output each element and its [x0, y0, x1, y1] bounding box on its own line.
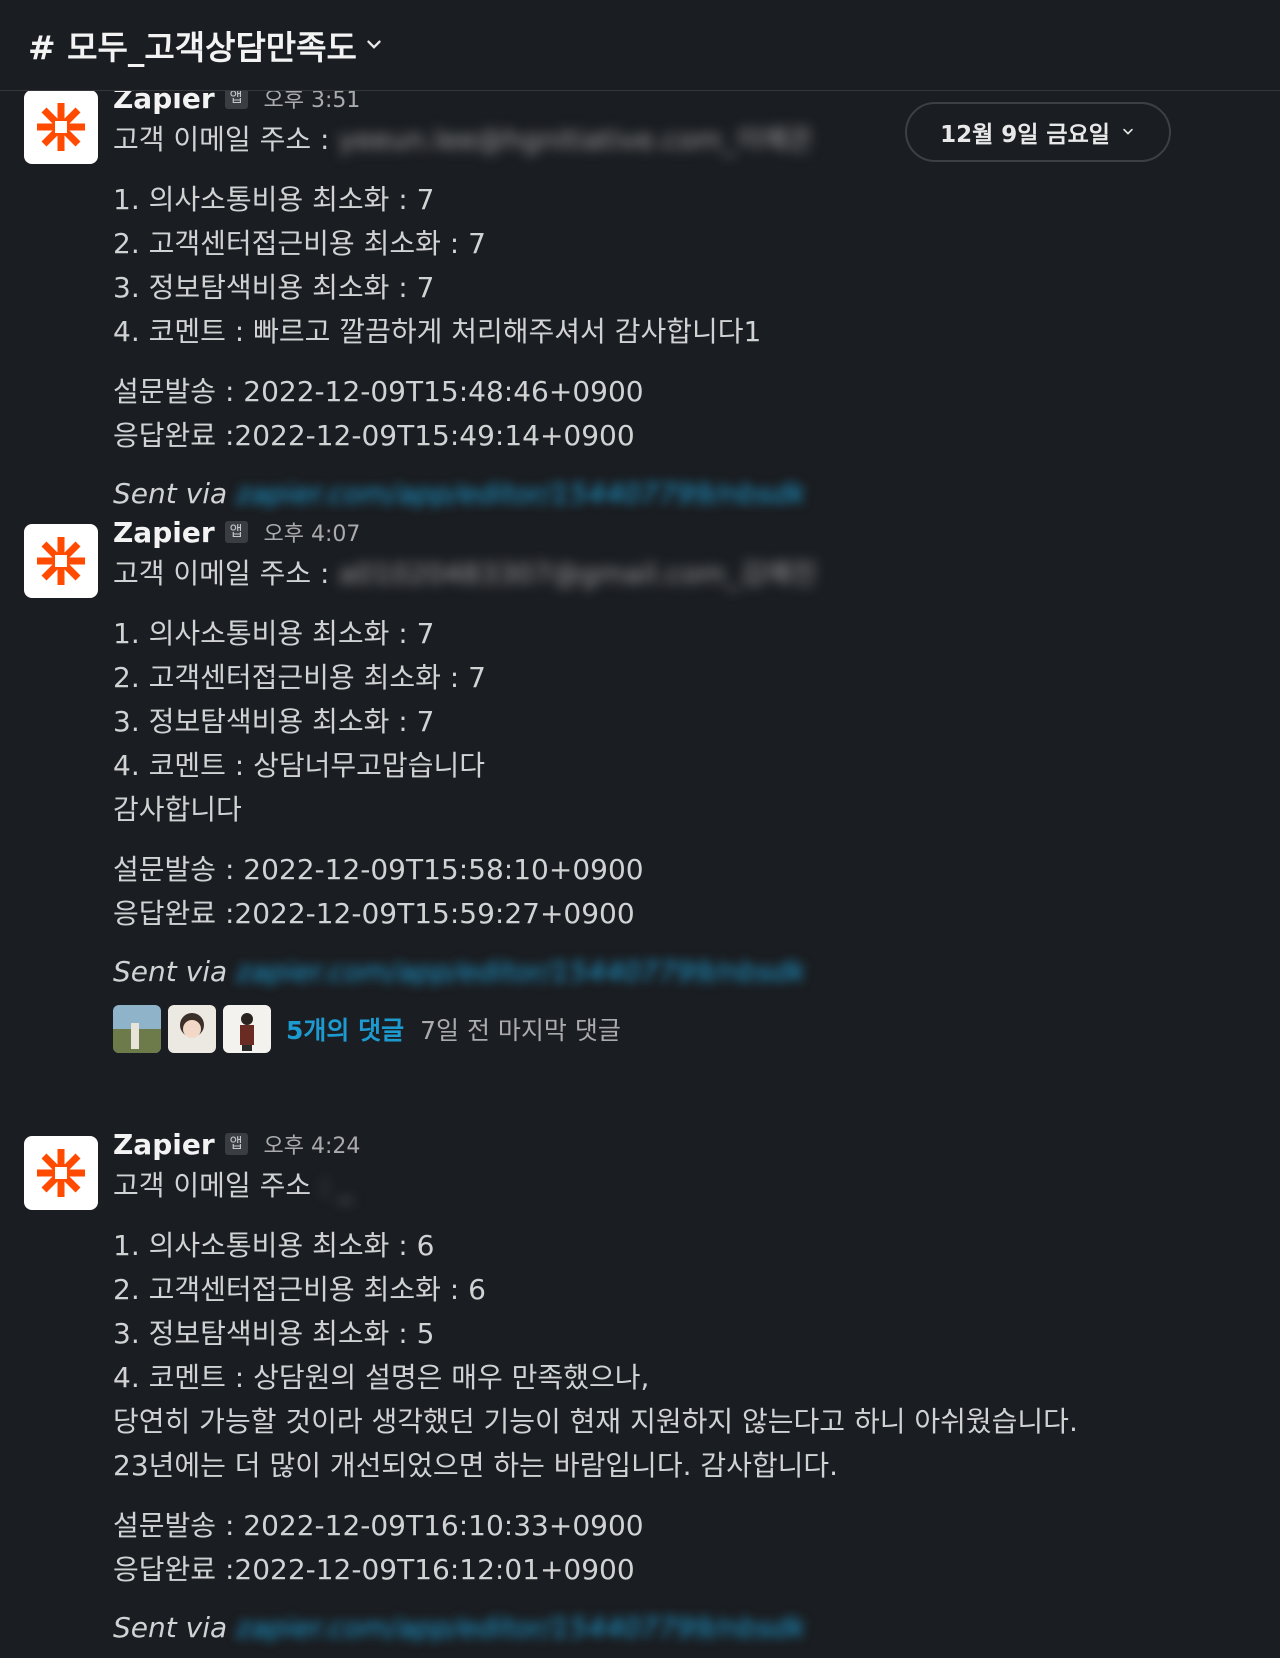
email-value: : _	[320, 1169, 353, 1202]
completed-at: 응답완료 :2022-12-09T15:49:14+0900	[113, 419, 635, 452]
survey-line: 2. 고객센터접근비용 최소화 : 6	[113, 1273, 486, 1306]
survey-line: 감사합니다	[113, 793, 242, 826]
survey-line: 4. 코멘트 : 빠르고 깔끔하게 처리해주셔서 감사합니다1	[113, 315, 762, 348]
thread-summary[interactable]: 5개의 댓글 7일 전 마지막 댓글	[113, 1004, 1253, 1054]
sent-via-label: Sent via	[113, 1611, 228, 1644]
survey-line: 3. 정보탐색비용 최소화 : 7	[113, 271, 435, 304]
avatar[interactable]	[24, 90, 98, 164]
timestamp[interactable]: 오후 4:24	[264, 1128, 361, 1160]
sender-name[interactable]: Zapier	[113, 1128, 215, 1161]
survey-line: 3. 정보탐색비용 최소화 : 5	[113, 1317, 435, 1350]
sender-name[interactable]: Zapier	[113, 516, 215, 549]
survey-line: 4. 코멘트 : 상담너무고맙습니다	[113, 749, 485, 782]
sent-via-label: Sent via	[113, 477, 228, 510]
zapier-logo-icon	[37, 537, 85, 585]
survey-line: 1. 의사소통비용 최소화 : 6	[113, 1229, 435, 1262]
email-line: 고객 이메일 주소 : _	[113, 1164, 1253, 1208]
avatar[interactable]	[24, 524, 98, 598]
person-photo-icon	[168, 1005, 216, 1053]
last-reply-time: 7일 전 마지막 댓글	[420, 1016, 621, 1045]
sent-at: 설문발송 : 2022-12-09T16:10:33+0900	[113, 1509, 644, 1542]
zapier-logo-icon	[37, 1149, 85, 1197]
survey-line: 3. 정보탐색비용 최소화 : 7	[113, 705, 435, 738]
email-value: yeeun.lee@hgnitiative.com_이예은	[338, 123, 814, 156]
email-label: 고객 이메일 주소 :	[113, 557, 330, 590]
channel-header: # 모두_고객상담만족도	[0, 0, 1280, 91]
reply-avatar	[113, 1005, 161, 1053]
avatar[interactable]	[24, 1136, 98, 1210]
sent-via: Sent via zapier.com/app/editor/154407799…	[113, 1606, 1253, 1650]
chevron-down-icon	[1123, 128, 1133, 135]
sent-via-label: Sent via	[113, 955, 228, 988]
channel-name-button[interactable]: # 모두_고객상담만족도	[28, 21, 385, 69]
chevron-down-icon	[367, 40, 381, 49]
zapier-logo-icon	[37, 103, 85, 151]
survey-line: 4. 코멘트 : 상담원의 설명은 매우 만족했으나,	[113, 1361, 650, 1394]
sent-at: 설문발송 : 2022-12-09T15:58:10+0900	[113, 853, 644, 886]
survey-line: 당연히 가능할 것이라 생각했던 기능이 현재 지원하지 않는다고 하니 아쉬웠…	[113, 1405, 1078, 1438]
reply-avatar	[168, 1005, 216, 1053]
zapier-link[interactable]: zapier.com/app/editor/154407799/nbsdk	[236, 477, 806, 510]
zapier-link[interactable]: zapier.com/app/editor/154407799/nbsdk	[236, 1611, 806, 1644]
channel-name: # 모두_고객상담만족도	[28, 28, 357, 67]
app-badge: 앱	[224, 1133, 248, 1155]
email-line: 고객 이메일 주소 : a01020483307@gmail.com_김예진	[113, 552, 1253, 596]
sent-at: 설문발송 : 2022-12-09T15:48:46+0900	[113, 375, 644, 408]
app-badge: 앱	[224, 521, 248, 543]
completed-at: 응답완료 :2022-12-09T16:12:01+0900	[113, 1553, 635, 1586]
reply-count-link[interactable]: 5개의 댓글	[286, 1011, 404, 1047]
email-value: a01020483307@gmail.com_김예진	[338, 557, 818, 590]
survey-line: 2. 고객센터접근비용 최소화 : 7	[113, 227, 486, 260]
email-label: 고객 이메일 주소	[113, 1169, 312, 1202]
survey-line: 23년에는 더 많이 개선되었으면 하는 바람입니다. 감사합니다.	[113, 1449, 839, 1482]
survey-line: 1. 의사소통비용 최소화 : 7	[113, 183, 435, 216]
person-photo-icon	[223, 1005, 271, 1053]
completed-at: 응답완료 :2022-12-09T15:59:27+0900	[113, 897, 635, 930]
reply-avatar	[223, 1005, 271, 1053]
sent-via: Sent via zapier.com/app/editor/154407799…	[113, 472, 1253, 516]
email-label: 고객 이메일 주소 :	[113, 123, 330, 156]
zapier-link[interactable]: zapier.com/app/editor/154407799/nbsdk	[236, 955, 806, 988]
timestamp[interactable]: 오후 4:07	[264, 516, 361, 548]
date-label: 12월 9일 금요일	[940, 122, 1110, 148]
landscape-photo-icon	[113, 1005, 161, 1053]
survey-line: 1. 의사소통비용 최소화 : 7	[113, 617, 435, 650]
survey-line: 2. 고객센터접근비용 최소화 : 7	[113, 661, 486, 694]
date-divider-button[interactable]: 12월 9일 금요일	[905, 102, 1171, 162]
sent-via: Sent via zapier.com/app/editor/154407799…	[113, 950, 1253, 994]
